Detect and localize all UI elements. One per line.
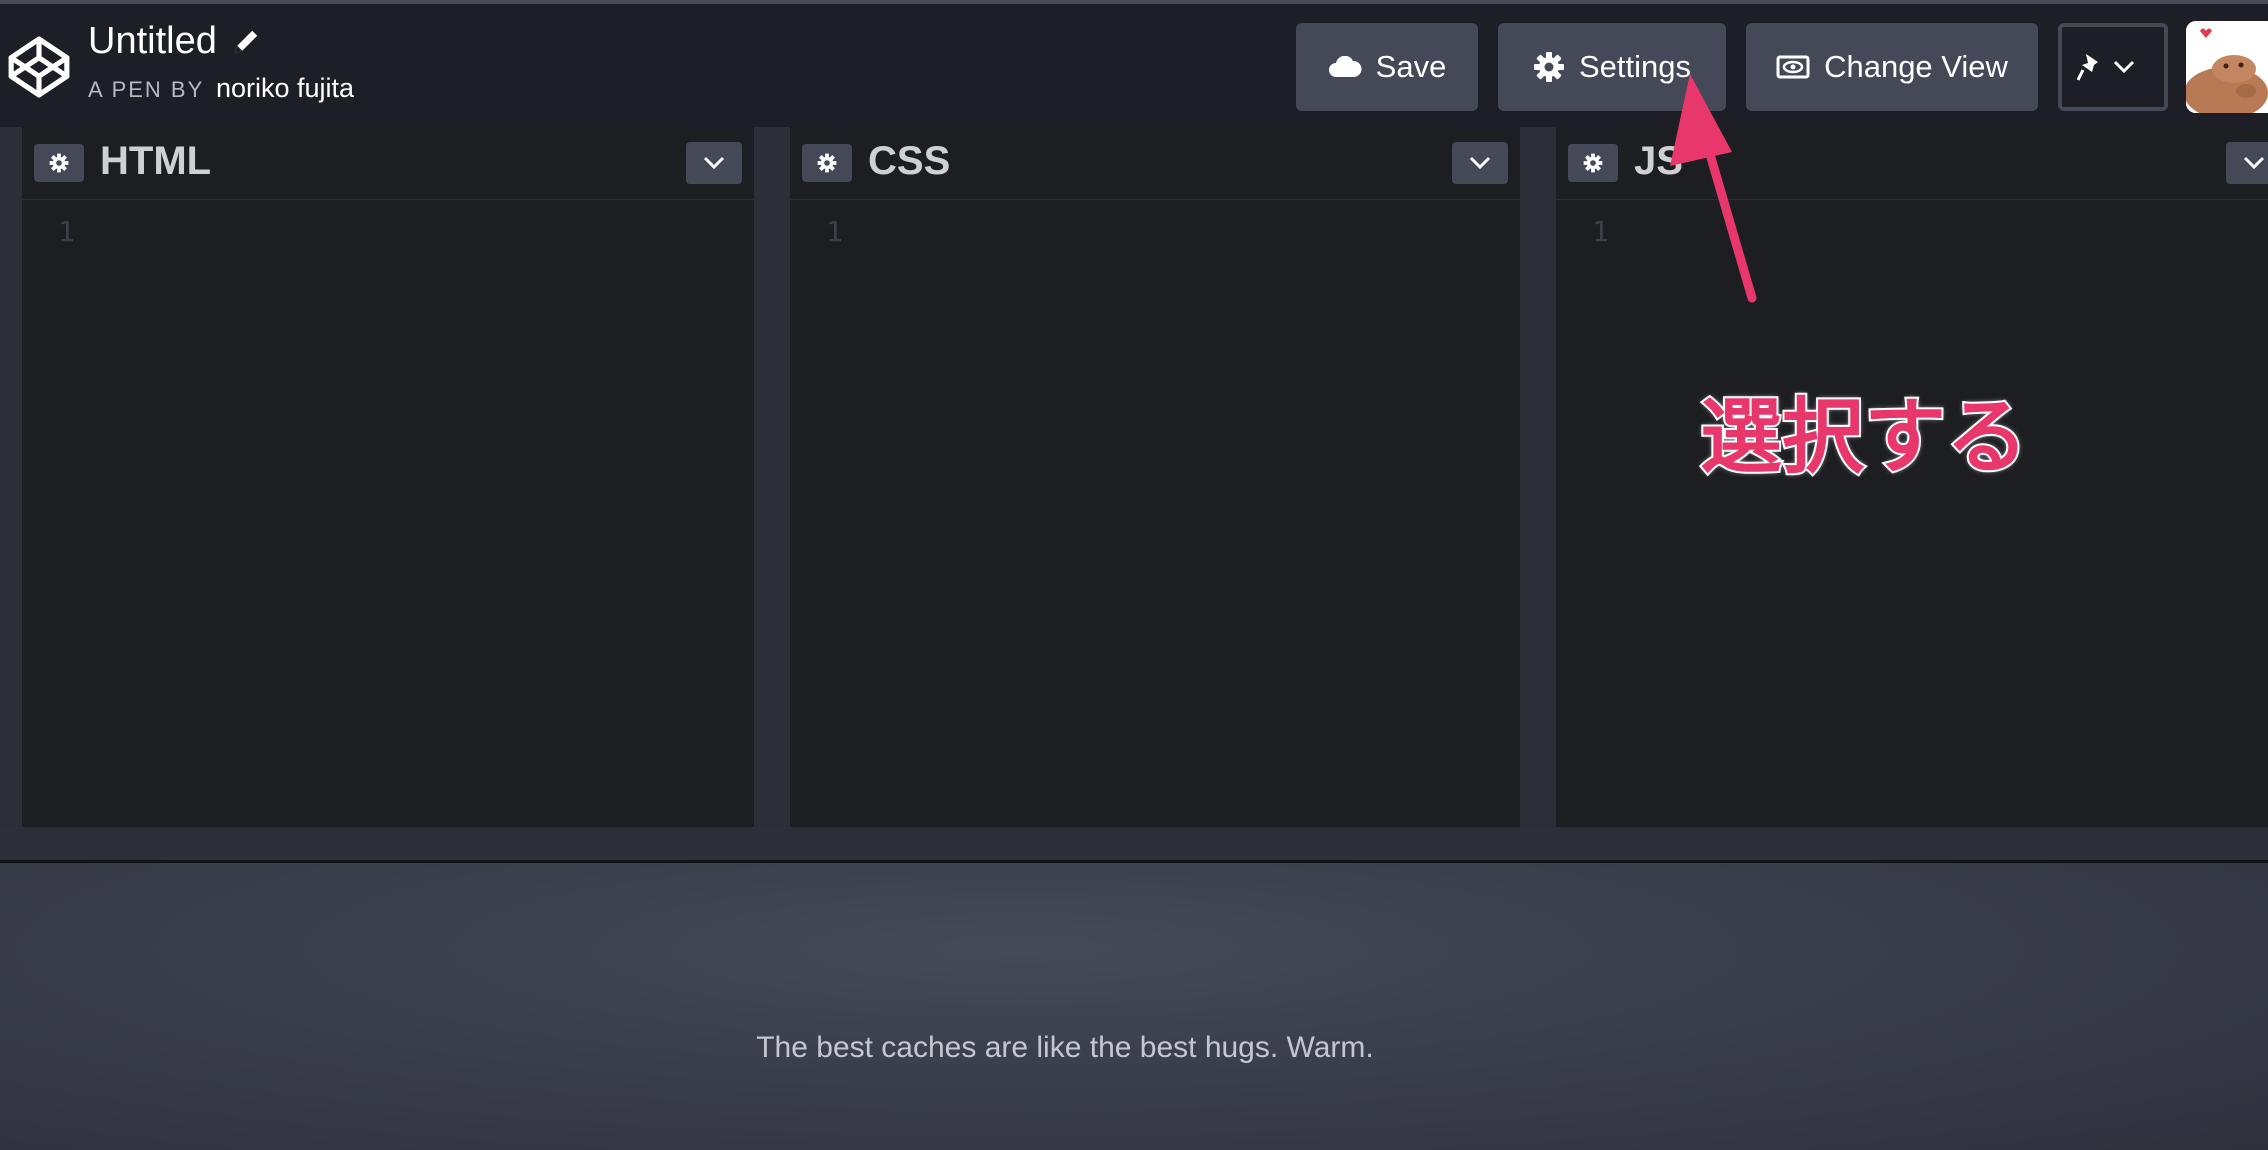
annotation-text: 選択する <box>1698 388 2030 487</box>
css-editor-panel[interactable]: CSS 1 <box>790 127 1520 827</box>
css-panel-title: CSS <box>868 139 951 183</box>
annotation-arrow <box>1670 74 1757 303</box>
cloud-icon <box>1328 56 1362 77</box>
capybara-avatar-icon <box>2186 21 2268 113</box>
change-view-label: Change View <box>1824 49 2008 84</box>
chevron-down-icon <box>1469 156 1491 170</box>
html-editor-panel[interactable]: HTML 1 <box>22 127 754 827</box>
chevron-down-icon <box>2113 60 2135 74</box>
eye-icon <box>1776 55 1810 79</box>
line-number: 1 <box>826 215 843 248</box>
html-panel-title: HTML <box>100 139 212 183</box>
save-button[interactable]: Save <box>1296 23 1478 111</box>
gear-icon <box>1583 153 1603 173</box>
top-bar: Untitled A PEN BY noriko fujita Save Set… <box>0 0 2268 127</box>
preview-area: The best caches are like the best hugs. … <box>0 863 2268 1150</box>
save-label: Save <box>1375 49 1447 84</box>
author-link[interactable]: noriko fujita <box>216 73 354 103</box>
line-number: 1 <box>1592 215 1609 248</box>
js-collapse-button[interactable] <box>2226 142 2268 184</box>
pin-icon <box>2077 54 2098 81</box>
panel-resizer[interactable] <box>0 827 2268 863</box>
pencil-icon[interactable] <box>231 27 261 57</box>
html-settings-button[interactable] <box>34 144 84 182</box>
gear-icon <box>1533 52 1564 82</box>
byline: A PEN BY noriko fujita <box>88 73 354 104</box>
codepen-logo-icon[interactable] <box>6 34 72 100</box>
avatar[interactable] <box>2186 21 2268 113</box>
chevron-down-icon <box>2243 156 2265 170</box>
js-settings-button[interactable] <box>1568 144 1618 182</box>
css-panel-header: CSS <box>790 127 1520 200</box>
pin-menu-button[interactable] <box>2058 23 2168 111</box>
line-number: 1 <box>58 215 75 248</box>
html-collapse-button[interactable] <box>686 142 742 184</box>
change-view-button[interactable]: Change View <box>1746 23 2038 111</box>
css-collapse-button[interactable] <box>1452 142 1508 184</box>
byline-prefix: A PEN BY <box>88 77 204 102</box>
preview-tagline: The best caches are like the best hugs. … <box>0 1031 2268 1065</box>
tagline-text: The best caches are like the best hugs. … <box>756 1031 1374 1064</box>
gear-icon <box>817 153 837 173</box>
chevron-down-icon <box>703 156 725 170</box>
gear-icon <box>49 153 69 173</box>
html-panel-header: HTML <box>22 127 754 200</box>
pen-title-area: Untitled A PEN BY noriko fujita <box>88 20 354 104</box>
css-settings-button[interactable] <box>802 144 852 182</box>
pen-title[interactable]: Untitled <box>88 20 217 63</box>
